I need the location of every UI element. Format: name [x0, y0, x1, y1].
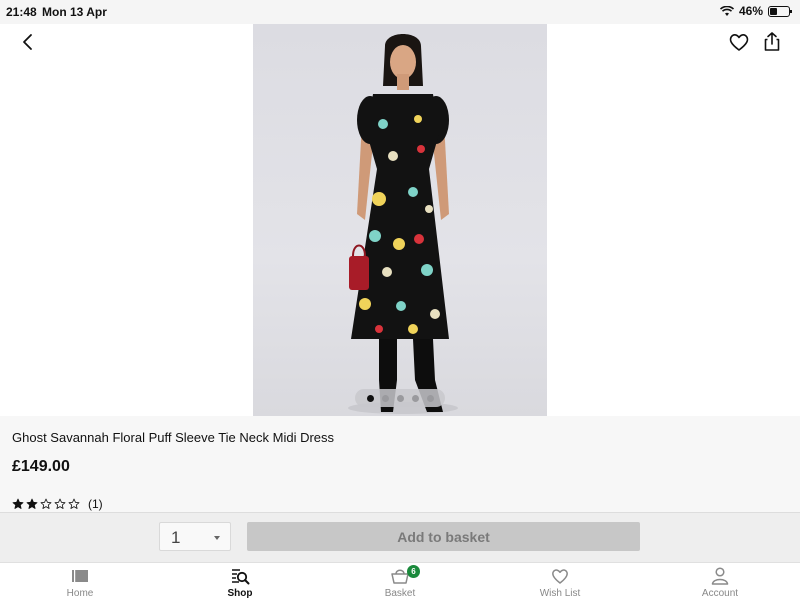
star-filled-icon: [26, 498, 38, 509]
basket-count-badge: 6: [407, 565, 420, 578]
wishlist-button[interactable]: [727, 30, 751, 54]
tab-label: Shop: [227, 588, 253, 599]
tab-shop[interactable]: Shop: [160, 563, 320, 601]
tab-label: Wish List: [539, 588, 581, 599]
share-button[interactable]: [760, 30, 784, 54]
tab-account[interactable]: Account: [640, 563, 800, 601]
pagination-dot[interactable]: [381, 394, 389, 402]
status-date: Mon 13 Apr: [42, 5, 107, 19]
chevron-left-icon: [23, 34, 32, 50]
heart-icon: [552, 569, 568, 584]
home-icon: [72, 570, 88, 582]
quantity-value: 1: [171, 528, 181, 547]
quantity-select[interactable]: 1: [159, 522, 231, 551]
status-time: 21:48: [6, 5, 37, 19]
back-button[interactable]: [16, 30, 40, 54]
add-to-basket-button[interactable]: Add to basket: [247, 522, 640, 551]
pagination-dot[interactable]: [366, 394, 374, 402]
product-title: Ghost Savannah Floral Puff Sleeve Tie Ne…: [12, 430, 335, 445]
rating-stars: [12, 498, 80, 510]
tab-label: Basket: [384, 588, 416, 599]
battery-percent: 46%: [738, 4, 763, 18]
pagination-dot[interactable]: [396, 394, 404, 402]
tab-label: Home: [66, 588, 94, 599]
shop-search-icon: [232, 569, 250, 585]
wifi-icon: [719, 5, 734, 16]
status-bar: 21:48 Mon 13 Apr 46%: [0, 0, 800, 24]
star-outline-icon: [68, 498, 80, 509]
tab-home[interactable]: Home: [0, 563, 160, 601]
person-icon: [711, 567, 729, 585]
product-info: Ghost Savannah Floral Puff Sleeve Tie Ne…: [0, 416, 800, 512]
pagination-dot[interactable]: [426, 394, 434, 402]
image-pagination[interactable]: [355, 389, 445, 407]
tab-wish-list[interactable]: Wish List: [480, 563, 640, 601]
product-rating[interactable]: (1): [12, 497, 103, 511]
pagination-dot[interactable]: [411, 394, 419, 402]
chevron-down-icon: [214, 536, 220, 540]
tab-basket[interactable]: 6 Basket: [320, 563, 480, 601]
heart-icon: [729, 34, 749, 51]
share-icon: [764, 32, 780, 51]
star-outline-icon: [54, 498, 66, 509]
battery-fill: [770, 7, 778, 15]
star-outline-icon: [40, 498, 52, 509]
status-right: 46%: [719, 4, 792, 18]
purchase-bar: 1 Add to basket: [0, 512, 800, 563]
review-count: (1): [88, 497, 103, 511]
tab-bar: Home Shop 6 Basket Wish List Account: [0, 562, 800, 601]
battery-icon: [768, 5, 792, 17]
product-price: £149.00: [12, 458, 70, 475]
tab-label: Account: [701, 588, 739, 599]
product-image[interactable]: [253, 24, 547, 416]
star-filled-icon: [12, 498, 24, 509]
